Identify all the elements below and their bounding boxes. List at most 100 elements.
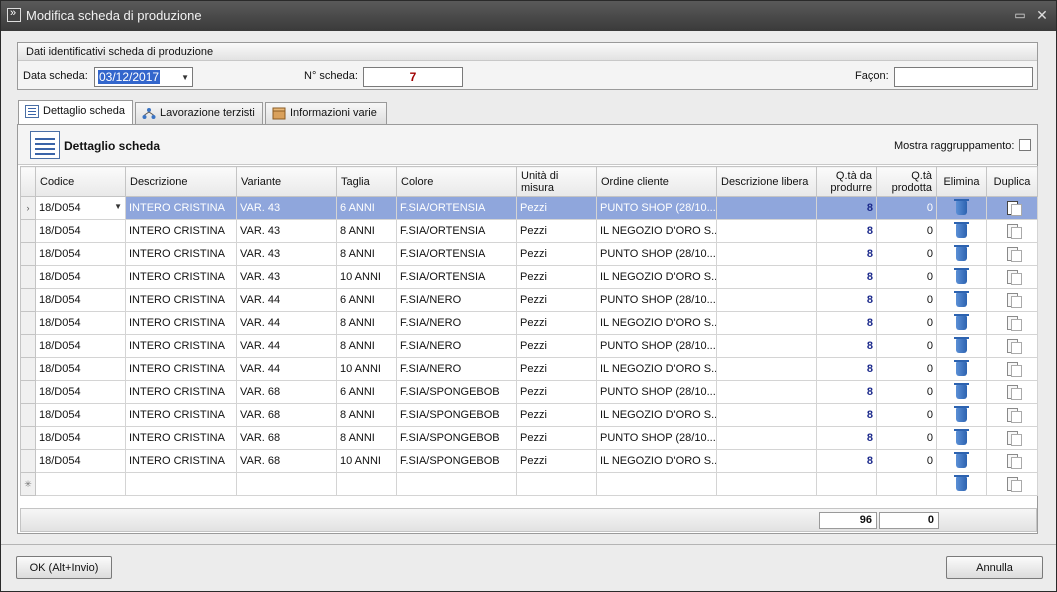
cell-desc-libera[interactable] <box>716 334 817 358</box>
cell-qta-prod[interactable]: 8 <box>816 403 877 427</box>
cell-colore[interactable]: F.SIA/NERO <box>396 357 517 381</box>
delete-row-button[interactable] <box>936 380 987 404</box>
table-row[interactable]: 18/D054 INTERO CRISTINA VAR. 68 8 ANNI F.SIA… <box>20 426 1038 450</box>
cell-qta-fatta[interactable]: 0 <box>876 426 937 450</box>
cell-qta-fatta[interactable]: 0 <box>876 265 937 289</box>
cell-ordine[interactable]: IL NEGOZIO D'ORO S... <box>596 403 717 427</box>
table-row[interactable]: 18/D054 INTERO CRISTINA VAR. 44 8 ANNI F.SIA… <box>20 334 1038 358</box>
cell-codice[interactable]: 18/D054 ▼ <box>35 196 126 220</box>
empty-cell[interactable] <box>816 472 877 496</box>
delete-row-button[interactable] <box>936 242 987 266</box>
cell-taglia[interactable]: 8 ANNI <box>336 242 397 266</box>
duplicate-row-button[interactable] <box>986 219 1038 243</box>
duplicate-row-button[interactable] <box>986 426 1038 450</box>
cell-qta-fatta[interactable]: 0 <box>876 242 937 266</box>
cell-variante[interactable]: VAR. 68 <box>236 426 337 450</box>
cell-qta-prod[interactable]: 8 <box>816 426 877 450</box>
delete-row-button[interactable] <box>936 265 987 289</box>
new-row[interactable]: ✳ <box>20 472 1038 496</box>
cell-taglia[interactable]: 6 ANNI <box>336 288 397 312</box>
table-row[interactable]: 18/D054 INTERO CRISTINA VAR. 43 10 ANNI F.SI… <box>20 265 1038 289</box>
cell-taglia[interactable]: 10 ANNI <box>336 265 397 289</box>
cell-desc-libera[interactable] <box>716 449 817 473</box>
delete-row-button[interactable] <box>936 196 987 220</box>
empty-cell[interactable] <box>336 472 397 496</box>
close-icon[interactable]: ✕ <box>1033 7 1051 23</box>
cell-um[interactable]: Pezzi <box>516 426 597 450</box>
row-indicator[interactable] <box>20 334 36 358</box>
cell-variante[interactable]: VAR. 43 <box>236 242 337 266</box>
cell-colore[interactable]: F.SIA/ORTENSIA <box>396 242 517 266</box>
table-row[interactable]: 18/D054 INTERO CRISTINA VAR. 68 10 ANNI F.SI… <box>20 449 1038 473</box>
cell-desc-libera[interactable] <box>716 196 817 220</box>
cell-descrizione[interactable]: INTERO CRISTINA <box>125 196 237 220</box>
cell-colore[interactable]: F.SIA/ORTENSIA <box>396 196 517 220</box>
chevron-down-icon[interactable]: ▼ <box>181 73 189 82</box>
duplicate-row-button[interactable] <box>986 242 1038 266</box>
duplicate-row-button[interactable] <box>986 357 1038 381</box>
cell-um[interactable]: Pezzi <box>516 311 597 335</box>
cell-qta-prod[interactable]: 8 <box>816 357 877 381</box>
cell-colore[interactable]: F.SIA/SPONGEBOB <box>396 449 517 473</box>
delete-row-button[interactable] <box>936 311 987 335</box>
cell-variante[interactable]: VAR. 44 <box>236 288 337 312</box>
table-row[interactable]: › 18/D054 ▼ INTERO CRISTINA VAR. 43 6 ANNI F.S… <box>20 196 1038 220</box>
column-header[interactable]: Q.tà da produrre <box>816 166 877 197</box>
row-indicator[interactable]: › <box>20 196 36 220</box>
cell-variante[interactable]: VAR. 43 <box>236 265 337 289</box>
cell-um[interactable]: Pezzi <box>516 380 597 404</box>
cell-desc-libera[interactable] <box>716 288 817 312</box>
table-row[interactable]: 18/D054 INTERO CRISTINA VAR. 44 10 ANNI F.SI… <box>20 357 1038 381</box>
cell-descrizione[interactable]: INTERO CRISTINA <box>125 380 237 404</box>
cell-qta-prod[interactable]: 8 <box>816 242 877 266</box>
cell-ordine[interactable]: PUNTO SHOP (28/10... <box>596 242 717 266</box>
duplicate-row-button[interactable] <box>986 472 1038 496</box>
cell-qta-fatta[interactable]: 0 <box>876 334 937 358</box>
cell-desc-libera[interactable] <box>716 265 817 289</box>
cell-qta-fatta[interactable]: 0 <box>876 380 937 404</box>
cell-descrizione[interactable]: INTERO CRISTINA <box>125 288 237 312</box>
cell-desc-libera[interactable] <box>716 242 817 266</box>
cell-ordine[interactable]: PUNTO SHOP (28/10... <box>596 334 717 358</box>
empty-cell[interactable] <box>516 472 597 496</box>
cell-qta-fatta[interactable]: 0 <box>876 311 937 335</box>
duplicate-row-button[interactable] <box>986 311 1038 335</box>
cell-ordine[interactable]: PUNTO SHOP (28/10... <box>596 196 717 220</box>
row-indicator[interactable] <box>20 357 36 381</box>
duplicate-row-button[interactable] <box>986 334 1038 358</box>
cancel-button[interactable]: Annulla <box>946 556 1043 579</box>
table-row[interactable]: 18/D054 INTERO CRISTINA VAR. 44 6 ANNI F.SIA… <box>20 288 1038 312</box>
cell-qta-fatta[interactable]: 0 <box>876 288 937 312</box>
cell-desc-libera[interactable] <box>716 311 817 335</box>
cell-colore[interactable]: F.SIA/ORTENSIA <box>396 265 517 289</box>
row-indicator[interactable] <box>20 426 36 450</box>
delete-row-button[interactable] <box>936 334 987 358</box>
cell-codice[interactable]: 18/D054 <box>35 311 126 335</box>
cell-um[interactable]: Pezzi <box>516 288 597 312</box>
cell-variante[interactable]: VAR. 43 <box>236 219 337 243</box>
delete-row-button[interactable] <box>936 426 987 450</box>
table-row[interactable]: 18/D054 INTERO CRISTINA VAR. 68 8 ANNI F.SIA… <box>20 403 1038 427</box>
cell-codice[interactable]: 18/D054 <box>35 242 126 266</box>
column-header[interactable]: Elimina <box>936 166 987 197</box>
cell-variante[interactable]: VAR. 43 <box>236 196 337 220</box>
duplicate-row-button[interactable] <box>986 403 1038 427</box>
cell-um[interactable]: Pezzi <box>516 334 597 358</box>
cell-taglia[interactable]: 10 ANNI <box>336 449 397 473</box>
cell-codice[interactable]: 18/D054 <box>35 403 126 427</box>
column-header[interactable]: Descrizione <box>125 166 237 197</box>
empty-cell[interactable] <box>716 472 817 496</box>
column-header[interactable]: Ordine cliente <box>596 166 717 197</box>
cell-desc-libera[interactable] <box>716 380 817 404</box>
cell-ordine[interactable]: PUNTO SHOP (28/10... <box>596 288 717 312</box>
row-indicator[interactable] <box>20 311 36 335</box>
row-indicator[interactable] <box>20 403 36 427</box>
tab-dettaglio-scheda[interactable]: Dettaglio scheda <box>18 100 133 125</box>
column-header[interactable]: Codice <box>35 166 126 197</box>
cell-variante[interactable]: VAR. 68 <box>236 403 337 427</box>
cell-colore[interactable]: F.SIA/SPONGEBOB <box>396 403 517 427</box>
cell-um[interactable]: Pezzi <box>516 219 597 243</box>
cell-ordine[interactable]: IL NEGOZIO D'ORO S... <box>596 311 717 335</box>
cell-taglia[interactable]: 6 ANNI <box>336 380 397 404</box>
cell-qta-fatta[interactable]: 0 <box>876 403 937 427</box>
